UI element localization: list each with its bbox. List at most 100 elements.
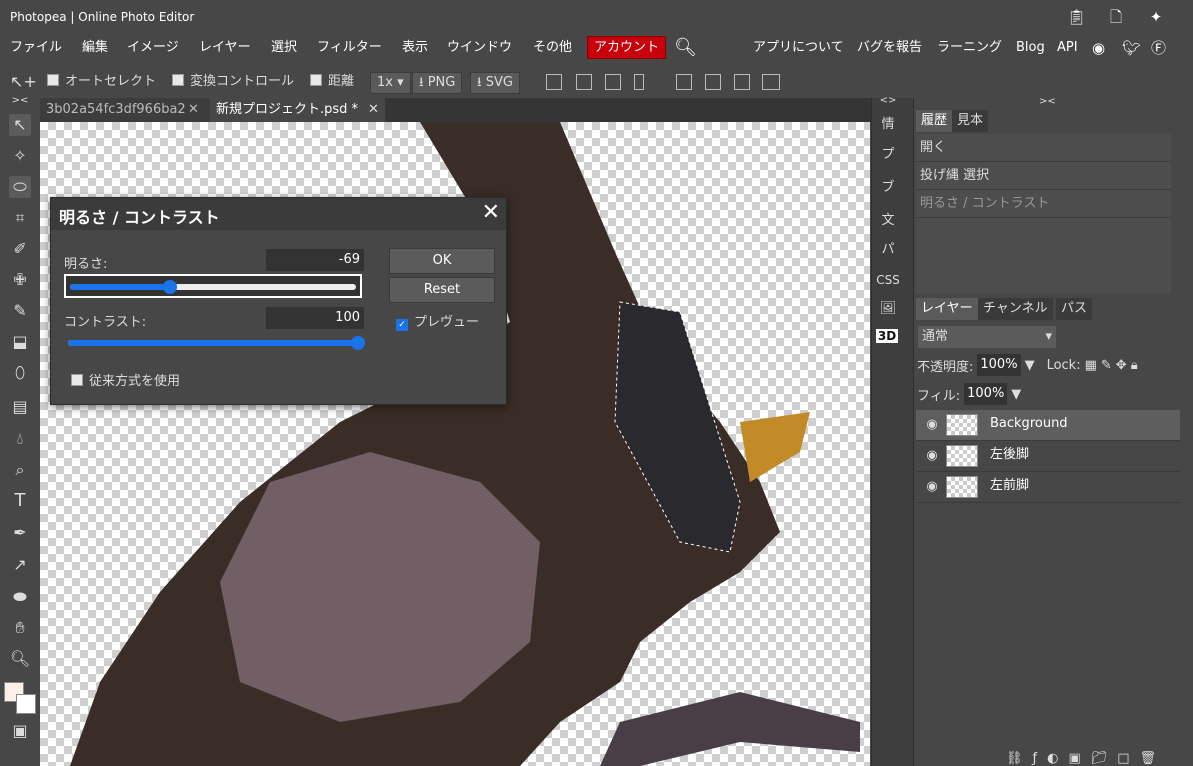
menu-report-bug[interactable]: バグを報告	[857, 36, 922, 62]
move-tool-icon[interactable]: ↖︎	[9, 114, 31, 136]
menu-file[interactable]: ファイル	[10, 36, 62, 62]
search-icon[interactable]: 🔍︎	[674, 36, 697, 62]
contrast-input[interactable]: 100	[266, 307, 364, 329]
align-center-icon[interactable]	[576, 74, 592, 90]
menu-blog[interactable]: Blog	[1016, 36, 1045, 62]
lock-all-icon[interactable]: 🔒︎	[1131, 358, 1138, 373]
crop-tool-icon[interactable]: ⌗	[9, 207, 31, 229]
link-icon[interactable]: ⛓︎	[1006, 751, 1023, 766]
history-item-current[interactable]: 明るさ / コントラスト	[916, 190, 1171, 218]
autoselect-checkbox[interactable]: オートセレクト	[47, 72, 156, 92]
lock-move-icon[interactable]: ✥	[1116, 358, 1127, 373]
collapse-right-icon[interactable]: ><	[1039, 96, 1056, 107]
transform-checkbox[interactable]: 変換コントロール	[172, 72, 294, 92]
menu-more[interactable]: その他	[533, 36, 572, 62]
hand-tool-icon[interactable]: ✋︎	[9, 617, 31, 639]
mini-css[interactable]: CSS	[872, 273, 904, 287]
blur-tool-icon[interactable]: 💧︎	[9, 428, 31, 450]
align-left-icon[interactable]	[546, 74, 562, 90]
export-png-button[interactable]: ⭳ PNG	[412, 72, 463, 94]
fill-dropdown-icon[interactable]: ▼	[1011, 387, 1021, 402]
image-icon[interactable]: 🖼︎	[872, 301, 904, 316]
lock-transparency-icon[interactable]: ▦	[1085, 358, 1097, 373]
twitter-icon[interactable]: 🐦︎	[1122, 36, 1141, 62]
tab-channels[interactable]: チャンネル	[978, 298, 1053, 320]
preview-checkbox[interactable]: ✓ プレヴュー	[396, 311, 479, 331]
fill-input[interactable]: 100%	[964, 383, 1008, 405]
document-icon[interactable]: 🗋	[1107, 8, 1125, 26]
facebook-icon[interactable]: Ⓕ	[1151, 36, 1166, 62]
mini-3d[interactable]: 3D	[876, 329, 898, 343]
legacy-checkbox[interactable]: 従来方式を使用	[71, 370, 180, 389]
layer-row[interactable]: ◉ 左後脚	[916, 441, 1180, 472]
mini-info[interactable]: 情	[872, 113, 904, 132]
background-color-swatch[interactable]	[16, 694, 36, 714]
distribute-icon[interactable]	[762, 74, 780, 90]
autoselect-box[interactable]	[47, 74, 59, 86]
align-right-icon[interactable]	[605, 74, 621, 90]
blend-mode-select[interactable]: 通常 ▾	[918, 326, 1056, 348]
eyedropper-tool-icon[interactable]: ✐	[9, 238, 31, 260]
dodge-tool-icon[interactable]: ⌕	[9, 459, 31, 481]
transform-box[interactable]	[172, 74, 184, 86]
reset-button[interactable]: Reset	[389, 277, 495, 303]
quick-mask-icon[interactable]: ▣	[9, 720, 31, 742]
brightness-knob[interactable]	[163, 280, 178, 294]
tab-swatches[interactable]: 見本	[952, 110, 989, 132]
contrast-knob[interactable]	[351, 336, 365, 350]
align-bottom-icon[interactable]	[734, 74, 750, 90]
stamp-tool-icon[interactable]: ⬓	[9, 331, 31, 353]
export-svg-button[interactable]: ⭳ SVG	[470, 72, 520, 94]
trash-icon[interactable]: 🗑︎	[1140, 751, 1157, 766]
opacity-dropdown-icon[interactable]: ▼	[1025, 358, 1035, 373]
clipboard-icon[interactable]: 📋︎	[1067, 8, 1086, 26]
menu-layer[interactable]: レイヤー	[199, 36, 251, 62]
distance-checkbox[interactable]: 距離	[310, 72, 354, 92]
collapse-toolbar-icon[interactable]: ><	[9, 96, 31, 106]
collapse-mini-icon[interactable]: <>	[872, 95, 904, 106]
menu-account[interactable]: アカウント	[587, 36, 667, 59]
close-icon[interactable]: ✕	[482, 200, 500, 225]
brightness-slider[interactable]	[64, 274, 362, 298]
preview-check-icon[interactable]: ✓	[396, 319, 408, 331]
menu-about[interactable]: アプリについて	[753, 36, 844, 62]
gradient-tool-icon[interactable]: ▤	[9, 396, 31, 418]
menu-select[interactable]: 選択	[271, 36, 297, 62]
opacity-input[interactable]: 100%	[977, 354, 1021, 376]
mini-properties[interactable]: プ	[872, 143, 904, 162]
mini-brush[interactable]: ブ	[872, 176, 904, 195]
history-item[interactable]: 開く	[916, 134, 1171, 162]
ok-button[interactable]: OK	[389, 248, 495, 274]
shape-tool-icon[interactable]: ⬬	[9, 586, 31, 608]
layer-row[interactable]: ◉ Background	[916, 410, 1180, 441]
zoom-tool-icon[interactable]: 🔍︎	[9, 648, 31, 670]
new-layer-icon[interactable]: □	[1117, 751, 1129, 766]
pen-tool-icon[interactable]: ✒︎	[9, 522, 31, 544]
eye-icon[interactable]: ◉	[924, 479, 940, 495]
contrast-slider[interactable]	[64, 332, 365, 354]
brightness-input[interactable]: -69	[266, 249, 364, 271]
eye-icon[interactable]: ◉	[924, 448, 940, 464]
mini-paragraph[interactable]: パ	[872, 238, 904, 257]
type-tool-icon[interactable]: T	[9, 490, 31, 512]
align-middle-icon[interactable]	[705, 74, 721, 90]
menu-window[interactable]: ウインドウ	[447, 36, 512, 62]
zoom-select[interactable]: 1x ▾	[370, 72, 411, 94]
menu-filter[interactable]: フィルター	[317, 36, 382, 62]
lasso-tool-icon[interactable]: ⬭	[9, 176, 31, 198]
tab-paths[interactable]: パス	[1056, 298, 1093, 320]
lock-paint-icon[interactable]: ✎	[1101, 358, 1112, 373]
distance-box[interactable]	[310, 74, 322, 86]
tab-history[interactable]: 履歴	[916, 110, 953, 132]
align-vertical-icon[interactable]	[634, 74, 644, 90]
tab-project-close-icon[interactable]: ✕	[368, 102, 379, 117]
adjustment-icon[interactable]: ◐	[1047, 751, 1058, 766]
eraser-tool-icon[interactable]: ⬯	[9, 362, 31, 384]
mini-character[interactable]: 文	[872, 209, 904, 228]
menu-edit[interactable]: 編集	[82, 36, 108, 62]
healing-tool-icon[interactable]: ✙	[9, 269, 31, 291]
menu-view[interactable]: 表示	[402, 36, 428, 62]
puzzle-icon[interactable]: ✦	[1147, 8, 1165, 26]
effects-icon[interactable]: ƒ	[1033, 751, 1038, 766]
legacy-box[interactable]	[71, 374, 83, 386]
